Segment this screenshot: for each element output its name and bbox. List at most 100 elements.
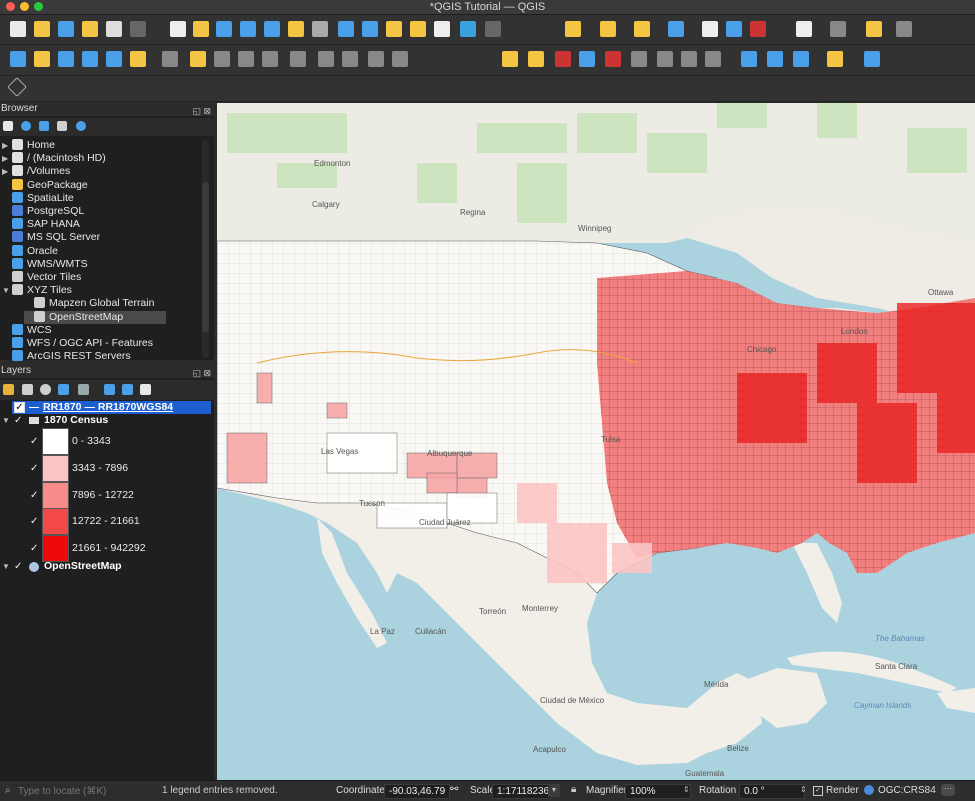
lock-icon[interactable]: 🔒︎ [571, 784, 576, 795]
legend-class-checkbox[interactable]: ✓ [30, 543, 38, 554]
browser-item[interactable]: SAP HANA [2, 218, 80, 231]
messages-icon[interactable]: ··· [941, 784, 955, 796]
style-manager-icon[interactable] [130, 21, 146, 37]
highlight-label-icon[interactable] [579, 51, 595, 67]
zoom-out-icon[interactable] [240, 21, 256, 37]
vertex-tool-icon[interactable] [238, 51, 254, 67]
new-project-icon[interactable] [10, 21, 26, 37]
open-field-calc-icon[interactable] [796, 21, 812, 37]
crs-label[interactable]: OGC:CRS84 [878, 785, 936, 796]
legend-class-checkbox[interactable]: ✓ [30, 463, 38, 474]
map-tips-icon[interactable] [866, 21, 882, 37]
coordinate-field[interactable]: -90.03,46.79 [384, 784, 450, 799]
save-as-icon[interactable] [82, 21, 98, 37]
expand-arrow-icon[interactable]: ▶ [2, 152, 12, 165]
measure-icon[interactable] [830, 21, 846, 37]
browser-item[interactable]: PostgreSQL [2, 205, 84, 218]
zoom-next-icon[interactable] [386, 21, 402, 37]
style-manager-icon[interactable] [3, 384, 14, 395]
render-checkbox[interactable]: ✓ [813, 786, 823, 796]
zoom-selection-icon[interactable] [288, 21, 304, 37]
save-project-icon[interactable] [58, 21, 74, 37]
add-group-icon[interactable] [22, 384, 33, 395]
label-style-icon[interactable] [528, 51, 544, 67]
add-raster-icon[interactable] [82, 51, 98, 67]
layer-visibility-checkbox[interactable]: ✓ [14, 402, 25, 413]
toggle-editing-icon[interactable] [162, 51, 178, 67]
zoom-layer-icon[interactable] [312, 21, 328, 37]
scale-field[interactable]: 1:17118236 [492, 784, 552, 799]
layer-visibility-checkbox[interactable]: ✓ [14, 415, 22, 426]
select-value-icon[interactable] [600, 21, 616, 37]
toggle-extents-icon[interactable]: ⚯ [450, 784, 458, 795]
remove-layer-icon[interactable] [140, 384, 151, 395]
temporal-clock-icon[interactable] [460, 21, 476, 37]
pan-hand-icon[interactable] [170, 21, 186, 37]
expand-arrow-icon[interactable]: ▼ [2, 562, 10, 571]
print-layout-icon[interactable] [106, 21, 122, 37]
browser-scroll-thumb[interactable] [202, 182, 209, 332]
identify-icon[interactable] [668, 21, 684, 37]
legend-class-checkbox[interactable]: ✓ [30, 436, 38, 447]
browser-item[interactable]: ▼ XYZ Tiles [2, 284, 72, 297]
magnifier-stepper-icon[interactable]: ⇕ [683, 785, 690, 794]
browser-item[interactable]: SpatiaLite [2, 191, 74, 205]
browser-item[interactable]: ▶ Home [2, 139, 55, 152]
layer-name-rr1870[interactable]: RR1870 — RR1870WGS84 [43, 401, 173, 414]
show-bookmarks-icon[interactable] [434, 21, 450, 37]
layer-name-1870-census[interactable]: 1870 Census [44, 414, 108, 427]
data-source-manager-icon[interactable] [10, 51, 26, 67]
new-bookmark-icon[interactable] [410, 21, 426, 37]
change-label-icon[interactable] [631, 51, 647, 67]
browser-item[interactable]: OpenStreetMap [24, 310, 166, 324]
settings-gear-icon[interactable] [726, 21, 742, 37]
scale-dropdown-icon[interactable]: ▼ [548, 784, 560, 797]
delete-selected-icon[interactable] [262, 51, 278, 67]
expand-arrow-icon[interactable]: ▶ [2, 139, 12, 152]
panel-float-close-icon[interactable]: ◱ ⊠ [192, 366, 211, 380]
help-icon[interactable] [864, 51, 880, 67]
browser-item[interactable]: MS SQL Server [2, 231, 100, 244]
rotation-stepper-icon[interactable]: ⇕ [800, 785, 807, 794]
osm-globe-icon[interactable] [793, 51, 809, 67]
browser-item[interactable]: ▶ /Volumes [2, 165, 70, 178]
visibility-eye-icon[interactable] [40, 384, 51, 395]
zoom-full-icon[interactable] [264, 21, 280, 37]
filter-expression-icon[interactable] [78, 384, 89, 395]
wms-globe-icon[interactable] [741, 51, 757, 67]
new-geopackage-icon[interactable] [34, 51, 50, 67]
move-label-icon[interactable] [681, 51, 697, 67]
filter-icon[interactable] [39, 121, 49, 131]
refresh-icon[interactable] [21, 121, 31, 131]
deselect-icon[interactable] [634, 21, 650, 37]
label-icon[interactable] [502, 51, 518, 67]
panel-float-close-icon[interactable]: ◱ ⊠ [192, 104, 211, 118]
statistics-sum-icon[interactable] [750, 21, 766, 37]
crs-globe-icon[interactable] [864, 785, 874, 795]
undo-icon[interactable] [368, 51, 384, 67]
info-icon[interactable] [76, 121, 86, 131]
magnifier-field[interactable]: 100% [625, 784, 691, 799]
browser-item[interactable]: WFS / OGC API - Features [2, 337, 153, 350]
map-render[interactable]: Edmonton Calgary Regina Winnipeg Ottawa … [217, 103, 975, 780]
layer-name-openstreetmap[interactable]: OpenStreetMap [44, 560, 122, 573]
expand-arrow-icon[interactable]: ▶ [2, 165, 12, 178]
zoom-in-icon[interactable] [216, 21, 232, 37]
attribute-table-icon[interactable] [702, 21, 718, 37]
rotate-label-icon[interactable] [605, 51, 621, 67]
browser-item[interactable]: Oracle [2, 244, 58, 258]
zoom-native-icon[interactable] [338, 21, 354, 37]
paste-icon[interactable] [342, 51, 358, 67]
add-wms-icon[interactable] [106, 51, 122, 67]
add-virtual-layer-icon[interactable] [130, 51, 146, 67]
open-project-icon[interactable] [34, 21, 50, 37]
plugins-icon[interactable] [896, 21, 912, 37]
show-label-icon[interactable] [657, 51, 673, 67]
wfs-globe-icon[interactable] [767, 51, 783, 67]
collapse-all-icon[interactable] [57, 121, 67, 131]
pin-label-icon[interactable] [555, 51, 571, 67]
cut-icon[interactable] [290, 51, 306, 67]
zoom-last-icon[interactable] [362, 21, 378, 37]
layer-visibility-checkbox[interactable]: ✓ [14, 561, 22, 572]
redo-icon[interactable] [392, 51, 408, 67]
